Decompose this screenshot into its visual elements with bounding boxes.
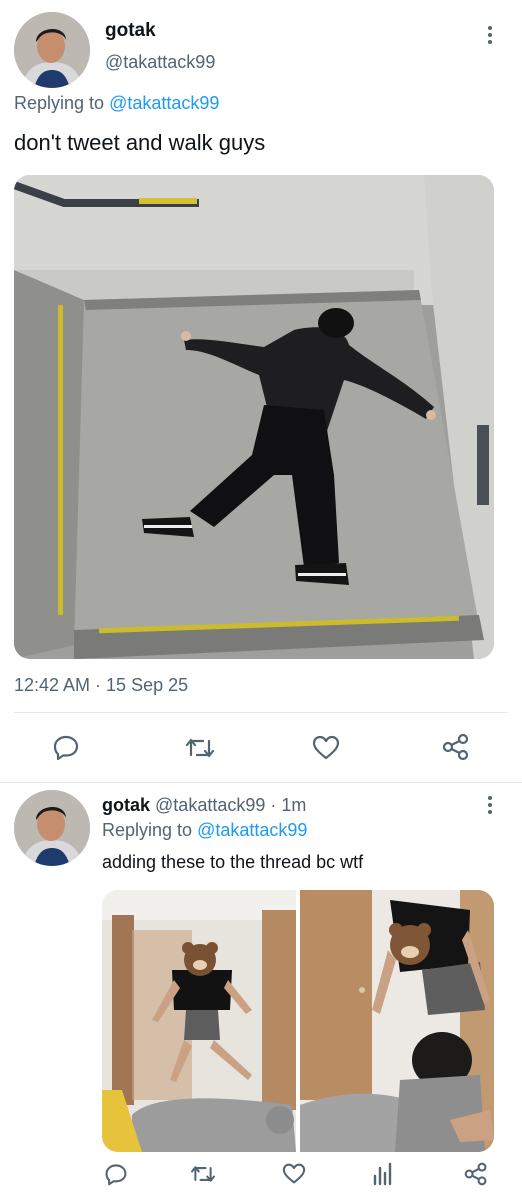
more-options-icon[interactable] xyxy=(488,26,492,47)
bear-shirt-fall-photo xyxy=(300,890,494,1152)
tweet-text: don't tweet and walk guys xyxy=(14,130,266,155)
reply-icon[interactable] xyxy=(104,1162,128,1186)
timestamp[interactable]: 12:42 AM · 15 Sep 25 xyxy=(14,675,188,696)
tweet-media-photo[interactable] xyxy=(300,890,494,1152)
share-icon[interactable] xyxy=(464,1162,488,1186)
retweet-icon[interactable] xyxy=(190,1163,216,1185)
media-grid xyxy=(102,890,494,1152)
replying-to-label: Replying to xyxy=(14,93,110,113)
avatar[interactable] xyxy=(14,790,90,866)
like-icon[interactable] xyxy=(282,1163,306,1185)
avatar[interactable] xyxy=(14,12,90,88)
replying-to-handle-link[interactable]: @takattack99 xyxy=(109,93,219,113)
replying-to: Replying to @takattack99 xyxy=(102,820,307,841)
divider xyxy=(0,782,522,783)
handle-and-time[interactable]: @takattack99 · 1m xyxy=(155,795,306,815)
avatar-photo xyxy=(14,790,90,866)
reply-icon[interactable] xyxy=(52,733,80,761)
views-icon[interactable] xyxy=(372,1162,394,1186)
replying-to-label: Replying to xyxy=(102,820,198,840)
tweet-header: gotak @takattack99 · 1m xyxy=(102,795,306,816)
replying-to: Replying to @takattack99 xyxy=(14,93,219,114)
share-icon[interactable] xyxy=(442,733,470,761)
divider xyxy=(14,712,508,713)
stairwell-photo xyxy=(14,175,494,659)
tweet-text: adding these to the thread bc wtf xyxy=(102,852,364,872)
tweet-media-photo[interactable] xyxy=(102,890,296,1152)
display-name[interactable]: gotak xyxy=(102,795,150,815)
handle[interactable]: @takattack99 xyxy=(105,52,215,73)
tweet-media-photo[interactable] xyxy=(14,175,494,659)
bear-shirt-jump-photo xyxy=(102,890,296,1152)
retweet-icon[interactable] xyxy=(185,735,215,761)
like-icon[interactable] xyxy=(312,735,340,761)
display-name[interactable]: gotak xyxy=(105,20,156,42)
avatar-photo xyxy=(14,12,90,88)
replying-to-handle-link[interactable]: @takattack99 xyxy=(197,820,307,840)
more-options-icon[interactable] xyxy=(488,796,492,817)
